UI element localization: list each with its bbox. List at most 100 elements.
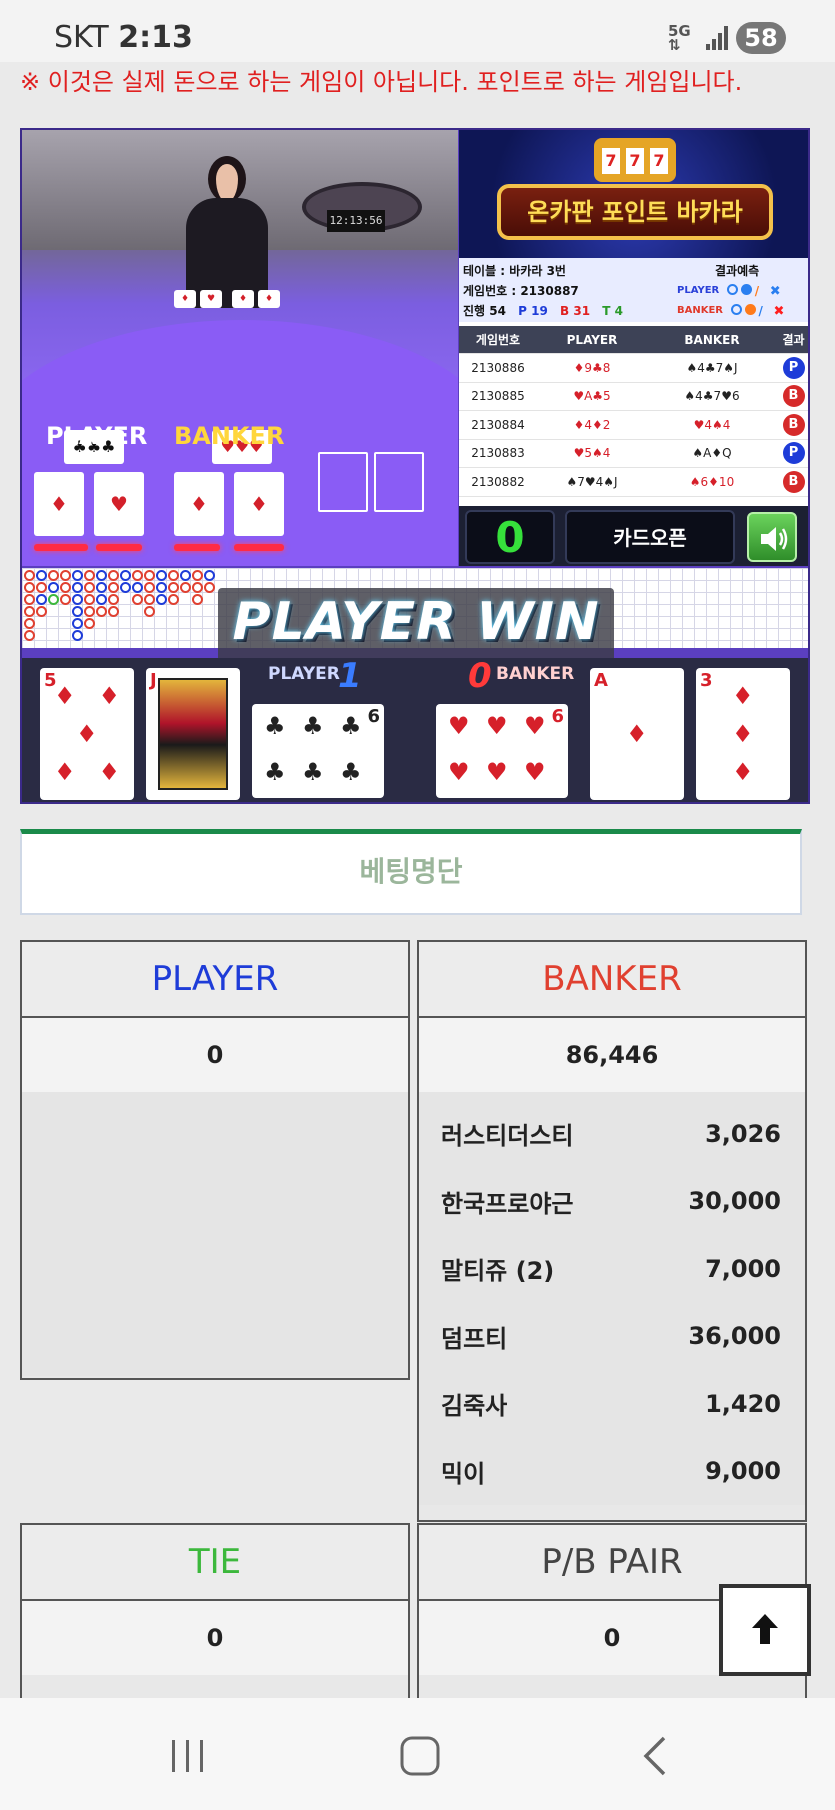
bead-road-marker [96,594,107,605]
bead-road-marker [96,582,107,593]
betting-list-title: 베팅명단 [359,855,463,888]
list-item: 한국프로야근 30,000 [419,1168,805,1236]
bead-road-marker [24,594,35,605]
game-area: 12:13:56 ♦ ♥ ♦ ♦ ♣♣♣ ♥♥♥ PLAYER BANKER ♦… [20,128,810,804]
table-banker-label: BANKER [174,422,285,450]
pencil-icon[interactable]: / [755,284,767,298]
tie-bets-total: 0 [22,1601,408,1675]
bet-amount: 9,000 [705,1457,781,1486]
prediction-player-label: PLAYER [677,284,720,296]
bead-road-marker [120,582,131,593]
banker-bets-column: BANKER 86,446 러스티더스티 3,026 한국프로야근 30,000 말… [417,940,807,1522]
table-name: 테이블 : 바카라 3번 [463,264,566,278]
col-player: PLAYER [566,332,618,347]
sound-toggle-button[interactable] [747,512,797,562]
list-item: 믹이 9,000 [419,1438,805,1506]
card-rank: 6 [367,706,380,727]
banker-score: 0 [468,656,492,696]
bead-road-marker [108,570,119,581]
table-card: ♦ [232,290,254,308]
bead-road-marker [96,570,107,581]
bettor-name: 한국프로야근 [441,1189,574,1218]
tie-bets-title: TIE [22,1525,408,1601]
network-icon: 5G ⇅ [668,22,691,54]
carrier-name: SKT [54,20,109,55]
close-icon[interactable]: ✖ [774,304,786,319]
player-bets-list [22,1092,408,1376]
bead-road-marker [72,582,83,593]
close-icon[interactable]: ✖ [770,284,782,299]
playing-card: 6 ♣ ♣ ♣ ♣ ♣ ♣ [252,704,384,798]
col-banker: BANKER [684,332,740,347]
table-card: ♦ [174,472,224,536]
bead-road-marker [24,570,35,581]
card-slot [374,452,424,512]
bead-road-marker [48,582,59,593]
player-count: P 19 [518,304,548,318]
status-bar: SKT 2:13 5G ⇅ 58 [0,0,835,62]
bead-road-marker [72,606,83,617]
table-card: ♦ [34,472,84,536]
table-row: 2130885 ♥A♣5 ♠4♣7♥6 B [459,383,808,411]
bet-amount: 1,420 [705,1389,781,1418]
card-slot [318,452,368,512]
scroll-to-top-button[interactable] [719,1584,811,1676]
history-header: 게임번호 PLAYER BANKER 결과 [459,326,808,354]
bettor-name: 말티쥬 (2) [441,1257,555,1286]
jack-face [158,678,228,790]
bead-road-marker [192,582,203,593]
arrow-up-icon [752,1614,778,1644]
indicator-light [34,544,88,551]
result-badge: P [782,356,805,379]
battery-icon: 58 [736,22,786,54]
banker-count: B 31 [560,304,591,318]
status-carrier-time: SKT 2:13 [54,20,193,55]
bead-road-marker [72,618,83,629]
row-banker-cards: ♠A♦Q [692,446,732,461]
recent-apps-icon[interactable] [164,1736,212,1776]
circle-filled-icon[interactable] [740,284,752,295]
bead-road-marker [204,570,215,581]
row-player-cards: ♥5♠4 [573,446,611,461]
playing-card: 6 ♥ ♥ ♥ ♥ ♥ ♥ [436,704,568,798]
home-icon[interactable] [396,1736,444,1776]
bead-road-marker [108,582,119,593]
back-icon[interactable] [632,1736,680,1776]
bead-road-marker [84,570,95,581]
row-game-no: 2130885 [471,389,525,404]
card-open-button[interactable]: 카드오픈 [565,510,735,564]
circle-outline-icon[interactable] [726,284,738,295]
game-info: 테이블 : 바카라 3번 게임번호 : 2130887 진행 54 P 19 B… [459,258,808,322]
bead-road-marker [168,570,179,581]
playing-card: J [146,668,240,800]
bead-road-marker [180,570,191,581]
player-bets-title: PLAYER [22,942,408,1018]
bead-road-marker [72,594,83,605]
bead-road-marker [168,582,179,593]
banker-bets-list: 러스티더스티 3,026 한국프로야근 30,000 말티쥬 (2) 7,000 덤프… [419,1092,805,1505]
result-banker-label: BANKER [496,664,575,684]
circle-filled-icon[interactable] [744,304,756,315]
notice-text: ※ 이것은 실제 돈으로 하는 게임이 아닙니다. 포인트로 하는 게임입니다. [20,68,743,96]
bettor-name: 덤프티 [441,1324,508,1353]
bead-road-marker [24,582,35,593]
speaker-icon [761,527,788,551]
bead-road-marker [132,582,143,593]
history-table: 게임번호 PLAYER BANKER 결과 2130886 ♦9♣8 ♠4♣7♠… [459,326,808,497]
logo-text: 온카판 포인트 바카라 [497,184,773,240]
control-bar: 0 카드오픈 [459,506,808,566]
row-banker-cards: ♠4♣7♥6 [684,389,740,404]
progress-count: 진행 54 [463,304,506,318]
row-game-no: 2130886 [471,360,525,375]
bead-road-marker [24,618,35,629]
row-player-cards: ♠7♥4♠J [566,474,618,489]
bead-road-marker [84,594,95,605]
result-player-label: PLAYER [268,664,340,684]
tie-count: T 4 [602,304,623,318]
bet-amount: 7,000 [705,1254,781,1283]
bead-road-marker [204,582,215,593]
circle-outline-icon[interactable] [730,304,742,315]
progress-stats: 진행 54 P 19 B 31 T 4 [463,302,623,319]
game-logo: 777 온카판 포인트 바카라 [459,130,808,258]
pencil-icon[interactable]: / [759,304,771,318]
